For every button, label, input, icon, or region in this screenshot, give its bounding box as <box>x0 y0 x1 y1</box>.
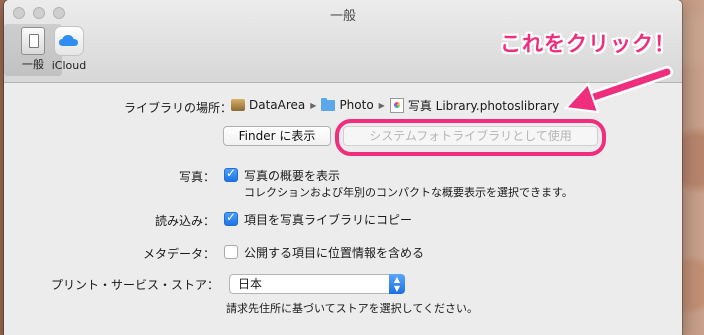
include-location-checkbox[interactable] <box>224 245 238 259</box>
print-store-select[interactable]: 日本 ▲ ▼ <box>229 274 405 294</box>
show-summary-description: コレクションおよび年別のコンパクトな概要表示を選択できます。 <box>244 186 573 199</box>
drive-icon <box>231 99 245 111</box>
metadata-label: メタデータ： <box>142 247 215 261</box>
chevron-right-icon: ▶ <box>310 100 317 110</box>
print-store-description: 請求先住所に基づいてストアを選択してください。 <box>226 302 479 315</box>
copy-to-library-label: 項目を写真ライブラリにコピー <box>244 213 413 227</box>
path-segment-photo: Photo <box>339 98 374 112</box>
import-label: 読み込み： <box>154 214 215 228</box>
annotation-highlight-box <box>335 119 606 156</box>
show-summary-checkbox[interactable] <box>224 166 238 182</box>
folder-icon <box>321 97 336 111</box>
toolbar-icloud-label: iCloud <box>51 59 87 72</box>
path-segment-dataarea: DataArea <box>249 98 306 112</box>
include-location-label: 公開する項目に位置情報を含める <box>244 246 425 260</box>
copy-to-library-checkbox[interactable] <box>224 210 238 226</box>
show-summary-label: 写真の概要を表示 <box>244 169 341 183</box>
library-path[interactable]: DataArea ▶ Photo ▶ 写真 Library.photoslibr… <box>231 97 560 113</box>
photos-library-icon <box>389 97 404 113</box>
annotation-text: これをクリック！ <box>500 32 676 56</box>
path-segment-library: 写真 Library.photoslibrary <box>407 98 560 113</box>
show-in-finder-button[interactable]: Finder に表示 <box>223 126 331 146</box>
toolbar-icloud[interactable]: iCloud <box>40 24 98 76</box>
window-title: 一般 <box>329 9 356 24</box>
print-store-selected: 日本 <box>238 277 263 291</box>
print-store-label: プリント・サービス・ストア： <box>50 278 219 292</box>
chevron-right-icon: ▶ <box>378 100 385 110</box>
chevron-up-down-icon: ▲ ▼ <box>389 274 405 294</box>
photos-label: 写真： <box>178 170 215 184</box>
icloud-icon <box>54 26 84 56</box>
library-location-label: ライブラリの場所： <box>123 101 232 115</box>
